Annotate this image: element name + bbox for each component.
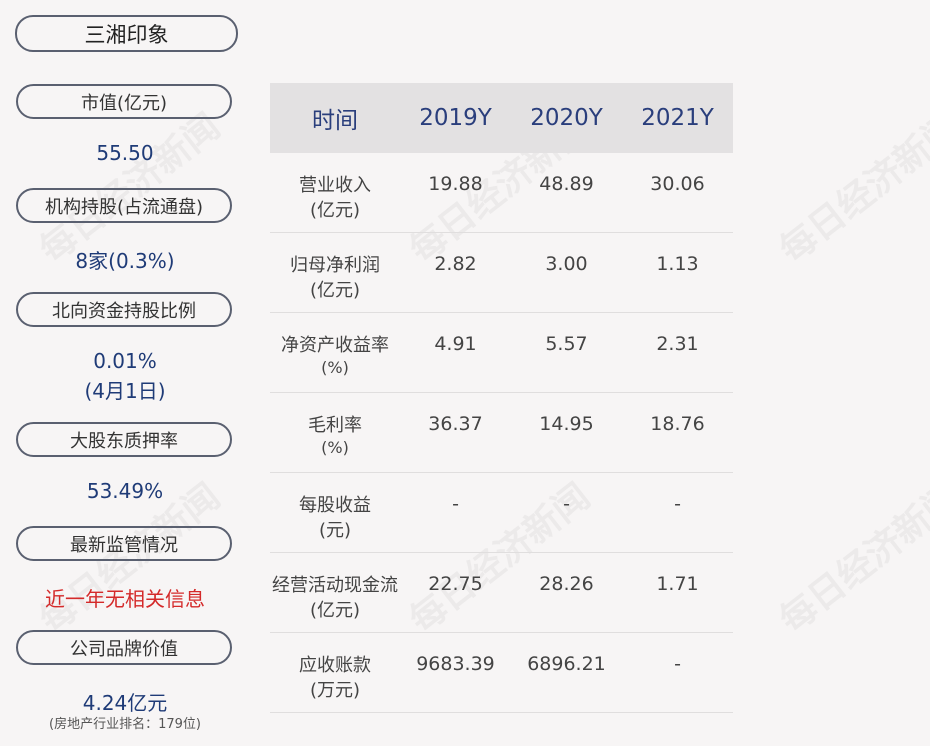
financial-table: 时间 2019Y 2020Y 2021Y 营业收入 (亿元) 19.88 48.8… [270, 83, 733, 713]
watermark: 每日经济新闻 [772, 476, 930, 642]
cell-2020: 48.89 [539, 173, 594, 195]
brand-value-label: 公司品牌价值 [16, 630, 232, 665]
table-row: 经营活动现金流 (亿元) 22.75 28.26 1.71 [270, 553, 733, 633]
header-2019: 2019Y [419, 105, 492, 131]
cell-2021: 2.31 [656, 333, 699, 355]
row-label: 每股收益 (元) [299, 495, 371, 541]
row-label: 毛利率 (%) [308, 415, 362, 457]
table-row: 营业收入 (亿元) 19.88 48.89 30.06 [270, 153, 733, 233]
cell-2020: 6896.21 [527, 653, 606, 675]
header-2021: 2021Y [641, 105, 714, 131]
cell-2021: 1.13 [656, 253, 699, 275]
table-header: 时间 2019Y 2020Y 2021Y [270, 83, 733, 153]
northbound-date: (4月1日) [84, 379, 166, 403]
market-cap-label: 市值(亿元) [16, 84, 232, 119]
cell-2019: 4.91 [434, 333, 477, 355]
cell-2020: 5.57 [545, 333, 588, 355]
regulation-label: 最新监管情况 [16, 526, 232, 561]
table-row: 每股收益 (元) - - - [270, 473, 733, 553]
brand-rank-note: (房地产行业排名：179位) [49, 717, 201, 732]
row-label: 营业收入 (亿元) [299, 175, 371, 221]
institution-holding-label: 机构持股(占流通盘) [16, 188, 232, 223]
cell-2020: 3.00 [545, 253, 588, 275]
table-row: 归母净利润 (亿元) 2.82 3.00 1.13 [270, 233, 733, 313]
table-row: 毛利率 (%) 36.37 14.95 18.76 [270, 393, 733, 473]
cell-2019: 36.37 [428, 413, 483, 435]
northbound-label: 北向资金持股比例 [16, 292, 232, 327]
header-time: 时间 [312, 108, 358, 134]
row-label: 应收账款 (万元) [299, 655, 371, 701]
cell-2019: 22.75 [428, 573, 483, 595]
cell-2019: 2.82 [434, 253, 477, 275]
cell-2020: - [563, 493, 570, 515]
table-row: 净资产收益率 (%) 4.91 5.57 2.31 [270, 313, 733, 393]
row-label: 净资产收益率 (%) [281, 335, 389, 377]
northbound-value: 0.01% [93, 349, 157, 373]
cell-2019: - [452, 493, 459, 515]
watermark: 每日经济新闻 [772, 106, 930, 272]
market-cap-value: 55.50 [96, 141, 154, 165]
cell-2020: 28.26 [539, 573, 594, 595]
row-label: 经营活动现金流 (亿元) [272, 575, 398, 621]
cell-2021: 1.71 [656, 573, 699, 595]
company-name: 三湘印象 [15, 15, 238, 52]
cell-2019: 19.88 [428, 173, 483, 195]
brand-value: 4.24亿元 [82, 691, 168, 715]
row-label: 归母净利润 (亿元) [290, 255, 380, 301]
cell-2021: - [674, 653, 681, 675]
cell-2021: - [674, 493, 681, 515]
cell-2019: 9683.39 [416, 653, 495, 675]
institution-holding-value: 8家(0.3%) [75, 249, 175, 273]
cell-2021: 18.76 [650, 413, 705, 435]
pledge-rate-value: 53.49% [86, 479, 164, 503]
pledge-rate-label: 大股东质押率 [16, 422, 232, 457]
cell-2020: 14.95 [539, 413, 594, 435]
cell-2021: 30.06 [650, 173, 705, 195]
table-row: 应收账款 (万元) 9683.39 6896.21 - [270, 633, 733, 713]
regulation-value: 近一年无相关信息 [45, 587, 205, 611]
header-2020: 2020Y [530, 105, 603, 131]
